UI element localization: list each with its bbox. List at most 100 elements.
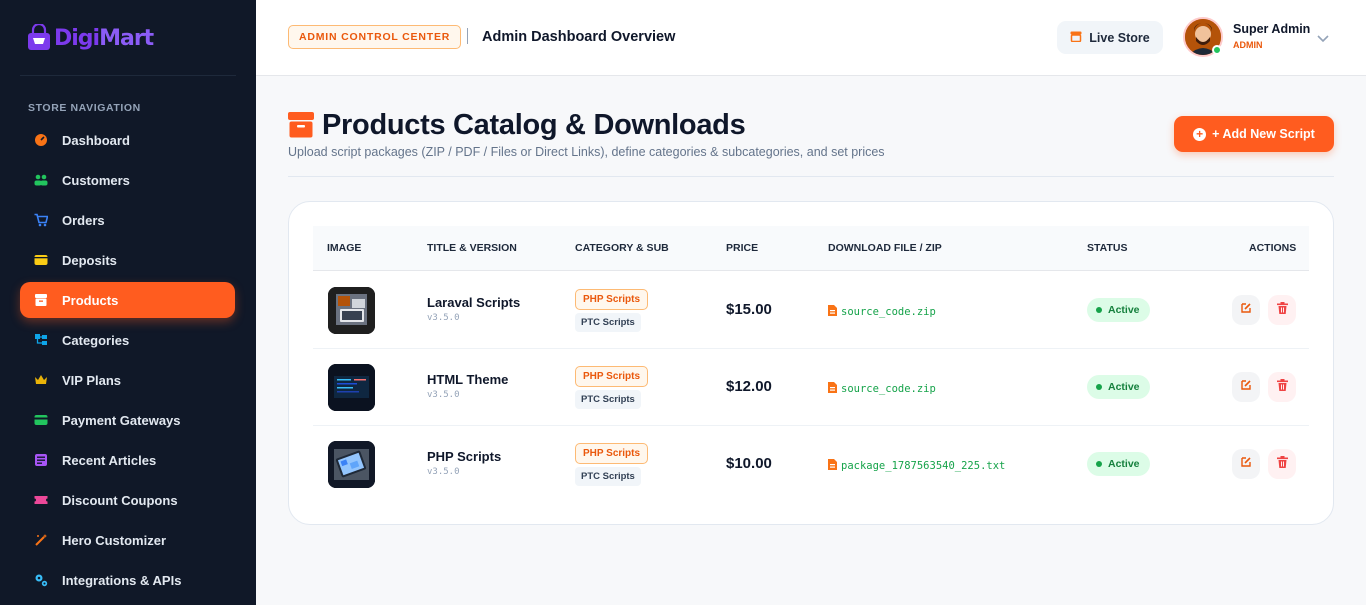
gauge-icon	[34, 133, 48, 147]
box-icon	[34, 293, 48, 307]
sidebar-item-label: Customers	[62, 172, 130, 188]
page-title: Products Catalog & Downloads	[322, 109, 746, 141]
sidebar-item-label: Integrations & APIs	[62, 572, 182, 588]
file-icon	[828, 303, 837, 321]
sidebar-item-label: Products	[62, 292, 119, 308]
category-badge: PHP Scripts	[575, 443, 649, 464]
wand-icon	[34, 533, 48, 547]
header-badge: ADMIN CONTROL CENTER	[288, 25, 462, 49]
delete-button[interactable]	[1268, 372, 1296, 402]
sidebar-divider	[20, 75, 236, 76]
product-version: v3.5.0	[427, 390, 460, 400]
nav-heading: STORE NAVIGATION	[28, 102, 141, 114]
column-header-actions: ACTIONS	[1249, 242, 1297, 254]
live-store-button[interactable]: Live Store	[1057, 21, 1163, 54]
sidebar-item-discount-coupons[interactable]: Discount Coupons	[20, 482, 235, 518]
users-icon	[34, 173, 48, 187]
table-row: Laraval Scripts v3.5.0 PHP Scripts PTC S…	[313, 272, 1309, 349]
column-header-price: PRICE	[726, 242, 759, 254]
sidebar-item-customers[interactable]: Customers	[20, 162, 235, 198]
chevron-down-icon[interactable]	[1317, 30, 1329, 48]
store-icon	[1070, 31, 1082, 45]
product-thumbnail	[328, 364, 375, 411]
sidebar-item-label: Orders	[62, 212, 105, 228]
sidebar-item-label: Categories	[62, 332, 130, 348]
download-file-link[interactable]: source_code.zip	[828, 380, 936, 398]
download-file-link[interactable]: source_code.zip	[828, 303, 936, 321]
newspaper-icon	[34, 453, 48, 467]
trash-icon	[1276, 301, 1288, 319]
page-subtitle: Upload script packages (ZIP / PDF / File…	[288, 145, 885, 159]
cart-icon	[34, 213, 48, 227]
sidebar-item-orders[interactable]: Orders	[20, 202, 235, 238]
plus-circle-icon: +	[1193, 127, 1207, 141]
product-price: $10.00	[726, 455, 772, 472]
edit-button[interactable]	[1232, 372, 1260, 402]
add-new-script-label: + Add New Script	[1212, 127, 1315, 141]
product-version: v3.5.0	[427, 313, 460, 323]
sidebar-item-hero-customizer[interactable]: Hero Customizer	[20, 522, 235, 558]
table-header: IMAGE TITLE & VERSION CATEGORY & SUB PRI…	[313, 226, 1309, 271]
status-badge: Active	[1087, 375, 1150, 399]
sidebar-item-payment-gateways[interactable]: Payment Gateways	[20, 402, 235, 438]
brand-name: DigiMart	[54, 25, 154, 51]
file-name: package_1787563540_225.txt	[841, 460, 1006, 472]
table-row: PHP Scripts v3.5.0 PHP Scripts PTC Scrip…	[313, 426, 1309, 503]
delete-button[interactable]	[1268, 449, 1296, 479]
cart-logo-icon	[26, 22, 52, 52]
column-header-status: STATUS	[1087, 242, 1128, 254]
crown-icon	[34, 373, 48, 387]
sidebar-item-integrations-apis[interactable]: Integrations & APIs	[20, 562, 235, 598]
edit-button[interactable]	[1232, 449, 1260, 479]
trash-icon	[1276, 455, 1288, 473]
sitemap-icon	[34, 333, 48, 347]
add-new-script-button[interactable]: + + Add New Script	[1174, 116, 1334, 152]
gears-icon	[34, 573, 48, 587]
column-header-image: IMAGE	[327, 242, 362, 254]
sidebar-item-categories[interactable]: Categories	[20, 322, 235, 358]
subcategory-badge: PTC Scripts	[575, 467, 641, 486]
product-title: PHP Scripts	[427, 449, 502, 464]
sidebar-item-recent-articles[interactable]: Recent Articles	[20, 442, 235, 478]
sidebar-item-deposits[interactable]: Deposits	[20, 242, 235, 278]
wallet-icon	[34, 253, 48, 267]
download-file-link[interactable]: package_1787563540_225.txt	[828, 457, 1005, 475]
file-name: source_code.zip	[841, 383, 936, 395]
column-header-title: TITLE & VERSION	[427, 242, 517, 254]
live-store-label: Live Store	[1089, 30, 1150, 45]
sidebar-item-dashboard[interactable]: Dashboard	[20, 122, 235, 158]
subcategory-badge: PTC Scripts	[575, 390, 641, 409]
products-table-card: IMAGE TITLE & VERSION CATEGORY & SUB PRI…	[288, 201, 1334, 525]
edit-button[interactable]	[1232, 295, 1260, 325]
category-badge: PHP Scripts	[575, 289, 649, 310]
edit-icon	[1240, 455, 1252, 473]
box-icon	[288, 112, 314, 143]
product-title: HTML Theme	[427, 372, 509, 387]
edit-icon	[1240, 378, 1252, 396]
delete-button[interactable]	[1268, 295, 1296, 325]
product-version: v3.5.0	[427, 467, 460, 477]
sidebar-item-products[interactable]: Products	[20, 282, 235, 318]
column-header-category: CATEGORY & SUB	[575, 242, 669, 254]
sidebar-item-label: Payment Gateways	[62, 412, 181, 428]
sidebar: DigiMart STORE NAVIGATION Dashboard Custo…	[0, 0, 256, 605]
ticket-icon	[34, 493, 48, 507]
status-badge: Active	[1087, 452, 1150, 476]
sidebar-item-vip-plans[interactable]: VIP Plans	[20, 362, 235, 398]
sidebar-item-label: Recent Articles	[62, 452, 157, 468]
sidebar-item-label: Discount Coupons	[62, 492, 178, 508]
sidebar-nav: Dashboard Customers Orders Deposits Products…	[20, 122, 235, 602]
brand-logo[interactable]: DigiMart	[26, 22, 154, 52]
status-badge: Active	[1087, 298, 1150, 322]
category-badge: PHP Scripts	[575, 366, 649, 387]
trash-icon	[1276, 378, 1288, 396]
header-separator	[467, 28, 468, 44]
online-status-dot	[1212, 45, 1222, 55]
file-icon	[828, 457, 837, 475]
edit-icon	[1240, 301, 1252, 319]
product-price: $12.00	[726, 378, 772, 395]
user-name: Super Admin	[1233, 22, 1311, 36]
sidebar-item-label: VIP Plans	[62, 372, 122, 388]
sidebar-item-label: Dashboard	[62, 132, 130, 148]
card-icon	[34, 413, 48, 427]
